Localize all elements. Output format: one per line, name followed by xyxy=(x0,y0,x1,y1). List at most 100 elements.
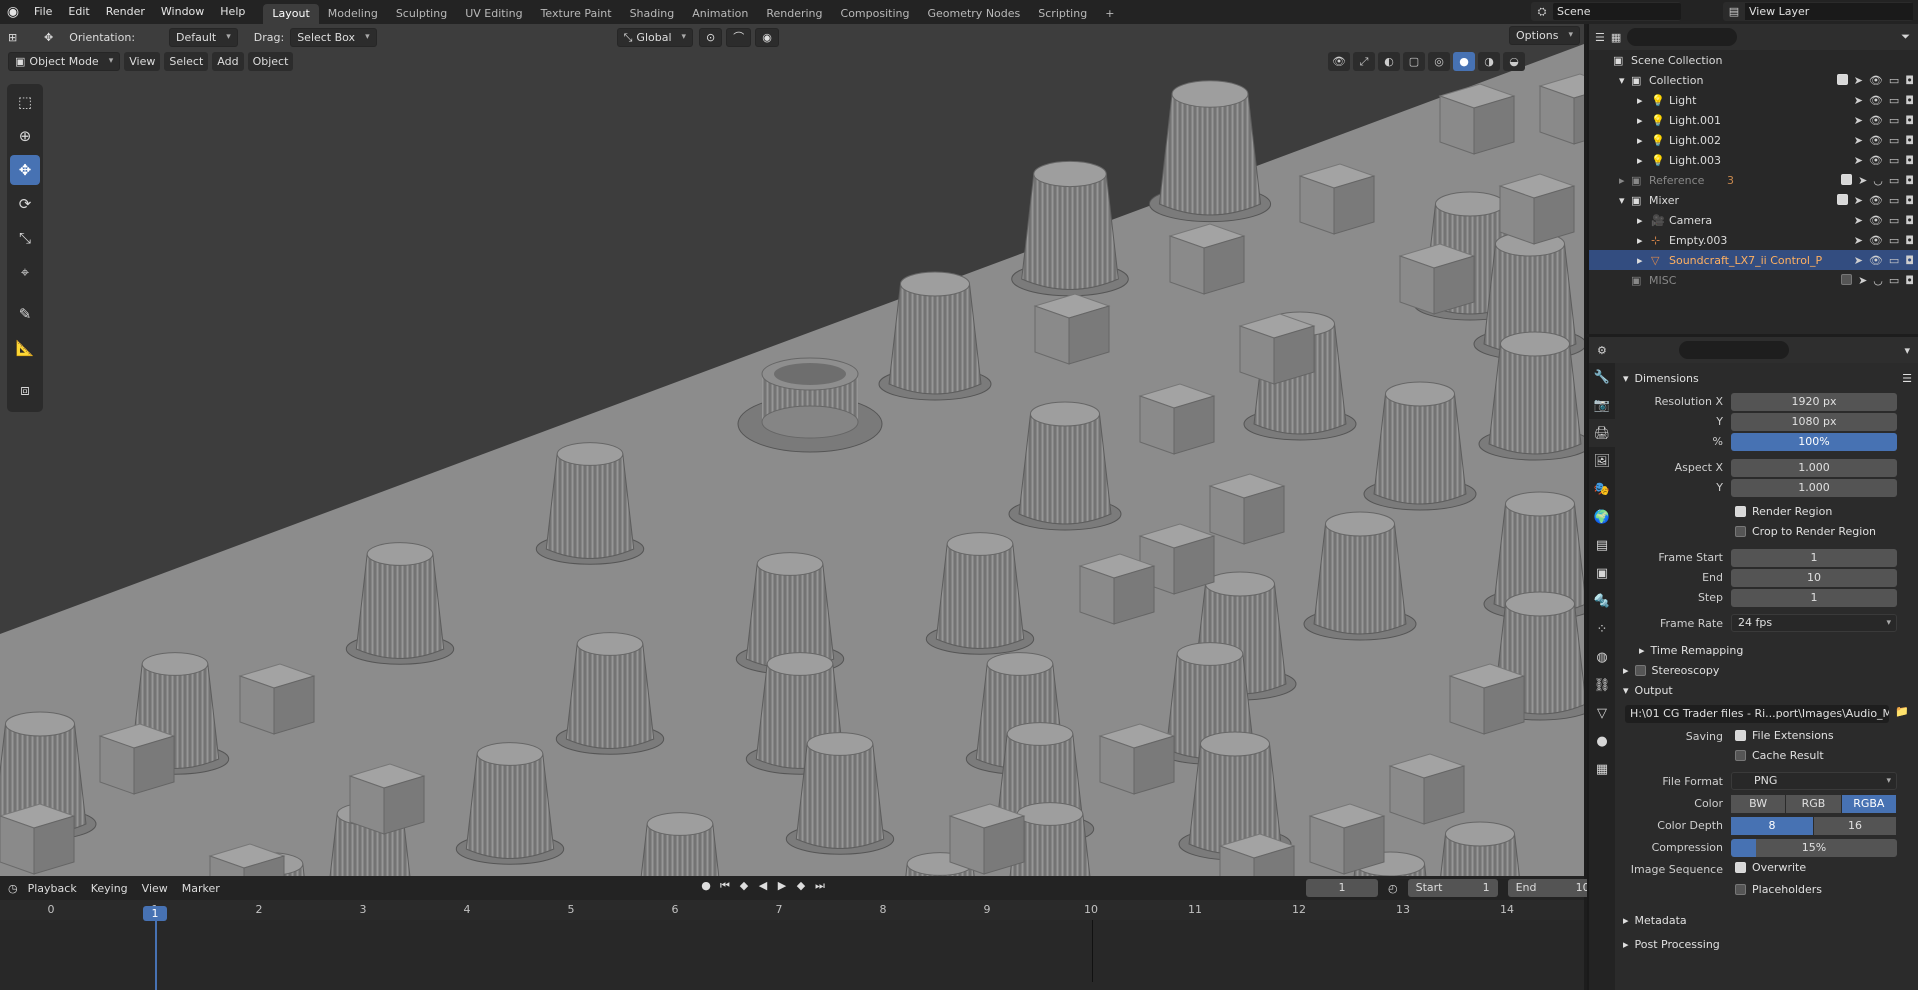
output-header[interactable]: ▾ Output xyxy=(1615,679,1918,701)
color-depth-8-option[interactable]: 8 xyxy=(1731,817,1814,835)
viewport-icon[interactable]: ▭ xyxy=(1889,134,1899,147)
file-extensions-row[interactable]: File Extensions xyxy=(1735,729,1834,742)
viewport-icon[interactable]: ▭ xyxy=(1889,254,1899,267)
properties-search[interactable] xyxy=(1678,341,1789,359)
placeholders-row[interactable]: Placeholders xyxy=(1735,883,1822,896)
frame-step-field[interactable]: 1 xyxy=(1731,589,1897,607)
scene-tab-icon[interactable]: 🎭 xyxy=(1589,475,1615,503)
file-extensions-checkbox[interactable] xyxy=(1735,730,1746,741)
physics-tab-icon[interactable]: ◍ xyxy=(1589,643,1615,671)
camera-render-icon[interactable]: ◘ xyxy=(1905,174,1914,187)
texture-tab-icon[interactable]: ▦ xyxy=(1589,755,1615,783)
tab-uv-editing[interactable]: UV Editing xyxy=(456,4,531,24)
resolution-y-field[interactable]: 1080 px xyxy=(1731,413,1897,431)
collection-tab-icon[interactable]: ▤ xyxy=(1589,531,1615,559)
render-region-checkbox[interactable] xyxy=(1735,506,1746,517)
3d-viewport[interactable]: ⊞ ✥ Orientation: Default Drag: Select Bo… xyxy=(0,24,1584,876)
snap-icon[interactable]: ⌒ xyxy=(726,27,752,47)
camera-render-icon[interactable]: ◘ xyxy=(1905,134,1914,147)
frame-ruler[interactable]: 01234567891011121314 xyxy=(0,900,1584,920)
frame-start-field[interactable]: 1 xyxy=(1731,549,1897,567)
jump-start-icon[interactable]: ⏮ xyxy=(717,879,733,893)
expand-icon[interactable]: ▸ xyxy=(1637,254,1643,267)
xray-icon[interactable]: ▢ xyxy=(1403,52,1425,71)
record-icon[interactable]: ● xyxy=(698,879,714,893)
eye-icon[interactable]: 👁 xyxy=(1869,134,1883,147)
frame-rate-dropdown[interactable]: 24 fps xyxy=(1731,614,1897,632)
expand-icon[interactable]: ▸ xyxy=(1637,154,1643,167)
camera-render-icon[interactable]: ◘ xyxy=(1905,254,1914,267)
camera-render-icon[interactable]: ◘ xyxy=(1905,154,1914,167)
proportional-edit-icon[interactable]: ◉ xyxy=(755,27,779,47)
select-icon[interactable]: ➤ xyxy=(1854,194,1863,207)
clock-icon[interactable]: ◴ xyxy=(1388,882,1398,895)
transform-space-dropdown[interactable]: ⤡ Global xyxy=(616,27,694,47)
outliner-row[interactable]: ▸ ▽ Soundcraft_LX7_ii Control_P ➤ 👁 ▭ ◘ xyxy=(1589,250,1918,270)
output-tab-icon[interactable]: 🖨 xyxy=(1589,419,1615,447)
next-keyframe-icon[interactable]: ◆ xyxy=(793,879,809,893)
outliner-row[interactable]: ▸ 🎥 Camera ➤ 👁 ▭ ◘ xyxy=(1589,210,1918,230)
compression-slider[interactable]: 15% xyxy=(1731,839,1897,857)
overwrite-checkbox[interactable] xyxy=(1735,862,1746,873)
exclude-checkbox[interactable] xyxy=(1836,73,1848,85)
expand-icon[interactable]: ▸ xyxy=(1637,94,1643,107)
annotate-icon[interactable]: ✎ xyxy=(10,299,40,329)
menu-select[interactable]: Select xyxy=(164,52,209,71)
camera-render-icon[interactable]: ◘ xyxy=(1905,234,1914,247)
expand-icon[interactable]: ▸ xyxy=(1619,174,1625,187)
cache-result-row[interactable]: Cache Result xyxy=(1735,749,1824,762)
render-tab-icon[interactable]: 📷 xyxy=(1589,391,1615,419)
scale-icon[interactable]: ⤡ xyxy=(10,223,40,253)
menu-window[interactable]: Window xyxy=(153,0,212,24)
tool-tab-icon[interactable]: 🔧 xyxy=(1589,363,1615,391)
exclude-checkbox[interactable] xyxy=(1841,273,1853,285)
resolution-pct-field[interactable]: 100% xyxy=(1731,433,1897,451)
timeline-body[interactable] xyxy=(0,920,1584,990)
select-icon[interactable]: ➤ xyxy=(1854,254,1863,267)
menu-render[interactable]: Render xyxy=(98,0,153,24)
folder-icon[interactable]: 📁 xyxy=(1895,705,1909,718)
aspect-y-field[interactable]: 1.000 xyxy=(1731,479,1897,497)
play-reverse-icon[interactable]: ◀ xyxy=(755,879,771,893)
eye-icon[interactable]: ◡ xyxy=(1873,174,1883,187)
post-processing-header[interactable]: ▸ Post Processing xyxy=(1615,933,1918,955)
eye-icon[interactable]: 👁 xyxy=(1869,194,1883,207)
scene-selector[interactable]: ⛭ Scene xyxy=(1531,2,1681,21)
tab-animation[interactable]: Animation xyxy=(683,4,757,24)
jump-end-icon[interactable]: ⏭ xyxy=(812,879,828,893)
outliner-row[interactable]: ▸ 💡 Light.002 ➤ 👁 ▭ ◘ xyxy=(1589,130,1918,150)
outliner-row[interactable]: ▸ 💡 Light.001 ➤ 👁 ▭ ◘ xyxy=(1589,110,1918,130)
overwrite-row[interactable]: Overwrite xyxy=(1735,861,1806,874)
expand-icon[interactable]: ▾ xyxy=(1619,194,1625,207)
tab-rendering[interactable]: Rendering xyxy=(757,4,831,24)
object-tab-icon[interactable]: ▣ xyxy=(1589,559,1615,587)
menu-object[interactable]: Object xyxy=(247,52,294,71)
tab-shading[interactable]: Shading xyxy=(621,4,684,24)
viewport-scene[interactable] xyxy=(0,24,1584,876)
exclude-checkbox[interactable] xyxy=(1841,173,1853,185)
expand-icon[interactable]: ▸ xyxy=(1637,234,1643,247)
viewport-icon[interactable]: ▭ xyxy=(1889,114,1899,127)
display-mode-icon[interactable]: ▦ xyxy=(1611,31,1621,44)
stereoscopy-header[interactable]: ▸ Stereoscopy xyxy=(1615,659,1918,681)
color-bw-option[interactable]: BW xyxy=(1731,795,1787,813)
camera-render-icon[interactable]: ◘ xyxy=(1905,214,1914,227)
menu-keying[interactable]: Keying xyxy=(87,882,132,895)
outliner-search[interactable] xyxy=(1627,28,1738,46)
render-region-row[interactable]: Render Region xyxy=(1735,505,1832,518)
editor-type-icon[interactable]: ⊞ xyxy=(8,31,28,44)
color-depth-16-option[interactable]: 16 xyxy=(1814,817,1897,835)
current-frame-field[interactable]: 1 xyxy=(1306,879,1378,897)
menu-marker[interactable]: Marker xyxy=(178,882,224,895)
dimensions-header[interactable]: ▾ Dimensions ☰ xyxy=(1615,367,1918,389)
rotate-icon[interactable]: ⟳ xyxy=(10,189,40,219)
eye-icon[interactable]: 👁 xyxy=(1869,94,1883,107)
select-icon[interactable]: ➤ xyxy=(1854,74,1863,87)
tab-sculpting[interactable]: Sculpting xyxy=(387,4,456,24)
menu-edit[interactable]: Edit xyxy=(60,0,97,24)
resolution-x-field[interactable]: 1920 px xyxy=(1731,393,1897,411)
select-icon[interactable]: ➤ xyxy=(1854,214,1863,227)
blender-logo-icon[interactable]: ◉ xyxy=(0,0,26,24)
view-layer-selector[interactable]: ▤ View Layer xyxy=(1723,2,1913,21)
mode-dropdown[interactable]: ▣ Object Mode xyxy=(8,52,121,71)
